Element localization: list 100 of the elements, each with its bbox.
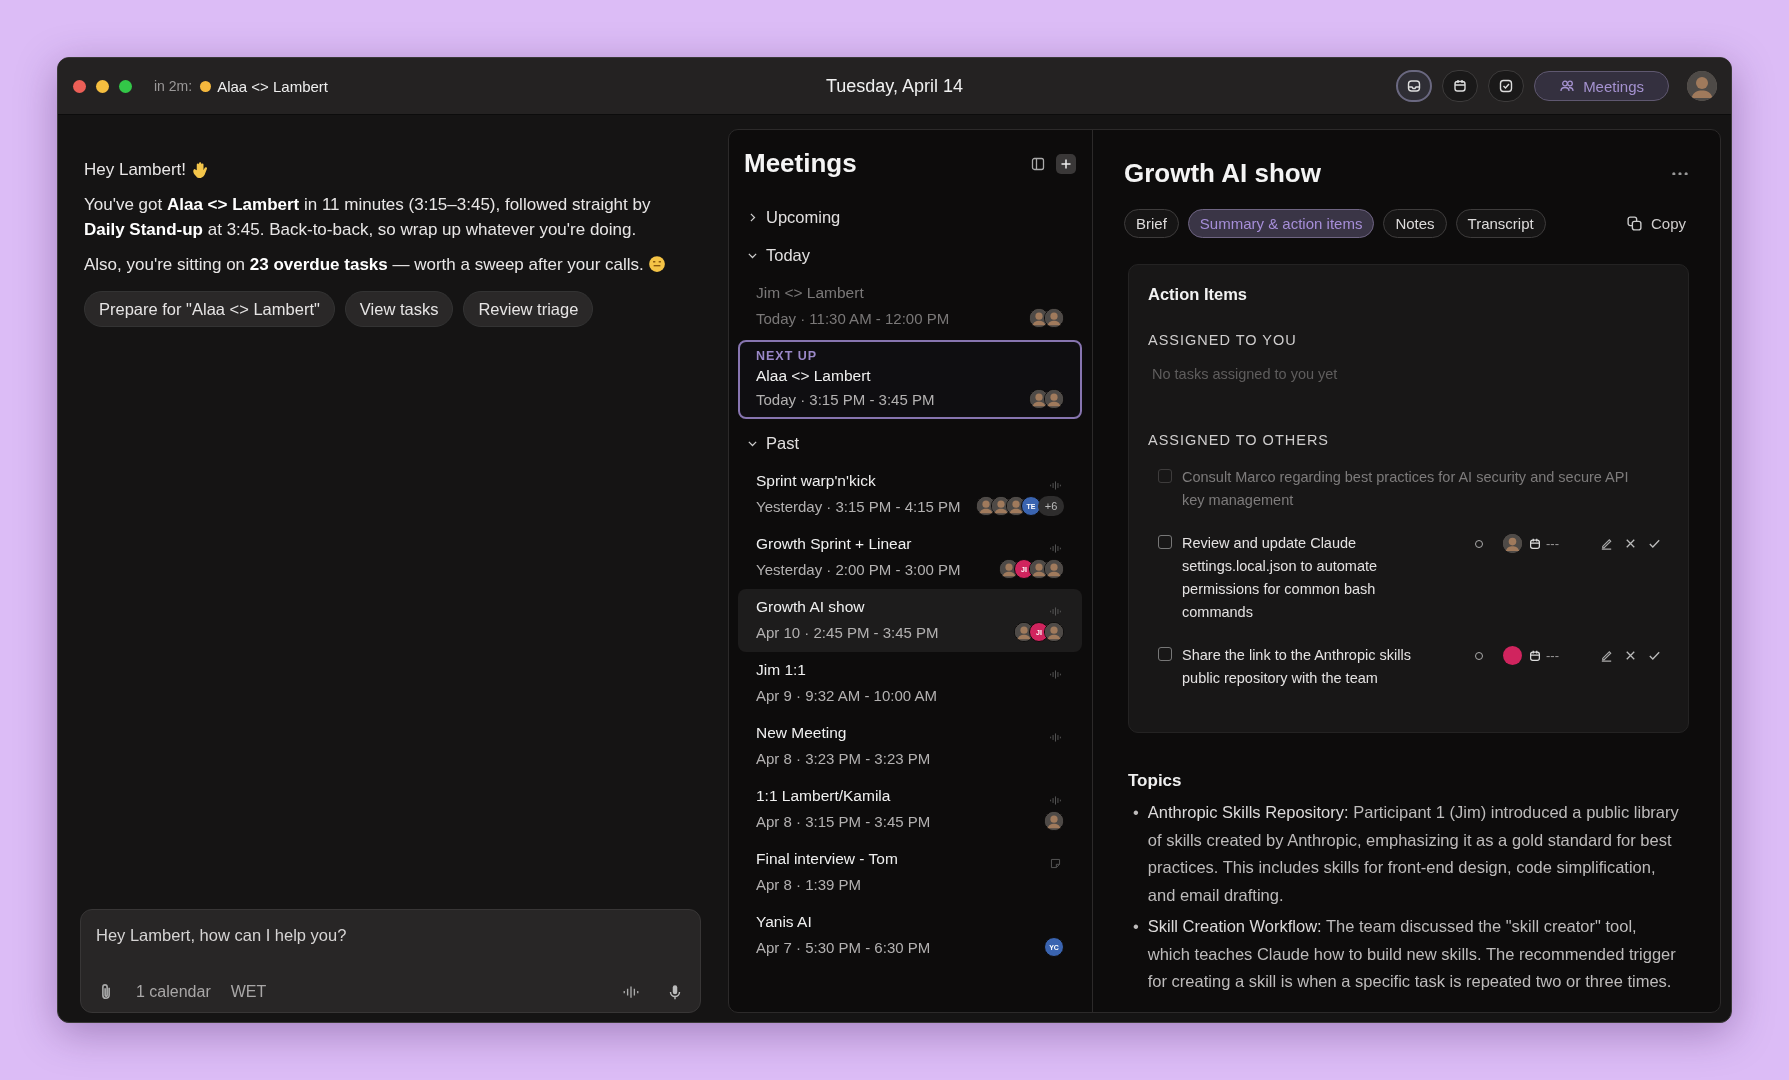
meeting-item[interactable]: New Meeting Apr 8 · 3:23 PM - 3:23 PM [738, 715, 1082, 778]
note-icon [1049, 857, 1062, 870]
avatar [1044, 308, 1064, 328]
face-icon [647, 255, 666, 273]
calendar-icon [1528, 648, 1542, 663]
meeting-title: Growth AI show [1124, 158, 1321, 189]
toolbar-button[interactable] [1488, 70, 1525, 102]
tab[interactable]: Transcript [1455, 209, 1546, 238]
avatar [1044, 559, 1064, 579]
meeting-title: Jim 1:1 [756, 661, 806, 679]
due-date-button[interactable]: --- [1528, 648, 1559, 663]
calendar-icon [1528, 536, 1542, 551]
more-icon [1672, 171, 1688, 176]
task-text: Share the link to the Anthropic skills public repository with the team [1182, 646, 1412, 688]
copy-button[interactable]: Copy [1625, 215, 1690, 232]
meeting-time: Today · 3:15 PM - 3:45 PM [756, 390, 935, 408]
tab[interactable]: Brief [1124, 209, 1179, 238]
date-label: Tuesday, April 14 [825, 75, 964, 96]
toolbar-button[interactable] [1396, 70, 1433, 102]
tab[interactable]: Summary & action items [1187, 209, 1375, 238]
next-up-label: NEXT UP [756, 349, 819, 363]
pencil-icon[interactable] [1599, 648, 1614, 663]
context-chip[interactable]: WET [230, 983, 267, 1001]
tab[interactable]: Notes [1383, 209, 1447, 238]
meeting-title: New Meeting [756, 724, 847, 742]
section-title: Topics [1128, 771, 1183, 791]
section-toggle[interactable]: Upcoming [738, 199, 849, 237]
more-button[interactable] [1672, 171, 1688, 176]
group-label: ASSIGNED TO OTHERS [1148, 432, 1331, 448]
meeting-title: Final interview - Tom [756, 850, 898, 868]
meeting-time: Apr 8 · 3:15 PM - 3:45 PM [756, 812, 931, 830]
waving-hand-icon [190, 160, 209, 178]
meetings-button[interactable]: Meetings [1534, 71, 1669, 101]
topic-item: Anthropic Skills Repository: Participant 1 (Jim) introduced a public library of skills created by Anthropic, emphasizing it as a gold standard for best practices. This includes skills for front-end design, code simplification, and email drafting. [1147, 802, 1680, 906]
more-count: +6 [1038, 496, 1064, 516]
meeting-time: Apr 8 · 1:39 PM [756, 875, 862, 893]
meeting-title: 1:1 Lambert/Kamila [756, 787, 891, 805]
avatar [1044, 389, 1064, 409]
avatar [1044, 811, 1064, 831]
suggestion-button[interactable]: Prepare for "Alaa <> Lambert" [84, 291, 335, 327]
section-toggle[interactable]: Today [738, 237, 819, 275]
minimize-window-button[interactable] [96, 79, 109, 93]
meeting-title: Jim <> Lambert [756, 284, 864, 302]
pencil-icon[interactable] [1599, 536, 1614, 551]
meeting-title: Yanis AI [756, 913, 812, 931]
checkbox[interactable] [1158, 535, 1172, 549]
due-date-button[interactable]: --- [1528, 536, 1559, 551]
bullet-mark: • [1132, 916, 1139, 937]
meeting-item[interactable]: 1:1 Lambert/Kamila Apr 8 · 3:15 PM - 3:45 PM [738, 778, 1082, 841]
suggestion-button[interactable]: Review triage [463, 291, 594, 327]
inbox-icon [1406, 78, 1423, 94]
meeting-item[interactable]: Jim 1:1 Apr 9 · 9:32 AM - 10:00 AM [738, 652, 1082, 715]
empty-text: No tasks assigned to you yet [1152, 366, 1339, 382]
calendar-icon [1452, 78, 1469, 94]
checkbox[interactable] [1158, 647, 1172, 661]
meeting-time: Today · 11:30 AM - 12:00 PM [756, 309, 950, 327]
chat-input[interactable]: Hey Lambert, how can I help you? 1 calendar WET [80, 909, 701, 1013]
message-text: You've got Alaa <> Lambert in 11 minutes (3:15–3:45), followed straight by Daily Stand-up at 3:45. Back-to-back, so wrap up whatever you're doing. [84, 195, 651, 239]
checkbox[interactable] [1158, 469, 1172, 483]
meeting-title: Alaa <> Lambert [756, 367, 871, 385]
meeting-item[interactable]: Final interview - Tom Apr 8 · 1:39 PM [738, 841, 1082, 904]
profile-avatar[interactable] [1687, 71, 1717, 101]
people-icon [1559, 78, 1576, 94]
checkbox-icon [1498, 78, 1515, 94]
avatar [1503, 534, 1522, 553]
panel-title: Meetings [744, 148, 857, 179]
meeting-time: Yesterday · 3:15 PM - 4:15 PM [756, 497, 961, 515]
status-dot [200, 80, 212, 92]
sidebar-icon [1030, 155, 1046, 172]
next-meeting-name[interactable]: Alaa <> Lambert [217, 77, 329, 95]
meeting-title: Growth AI show [756, 598, 865, 616]
group-label: ASSIGNED TO YOU [1148, 332, 1298, 348]
countdown-label: in 2m: [154, 78, 193, 94]
waveform-icon [1049, 668, 1062, 681]
task-text: Review and update Claude settings.local.json to automate permissions for common bash commands [1182, 534, 1379, 622]
waveform-icon [1049, 542, 1062, 555]
message-text: Also, you're sitting on 23 overdue tasks — worth a sweep after your calls. [84, 255, 644, 274]
avatar [1044, 622, 1064, 642]
waveform-icon [622, 983, 640, 1001]
waveform-icon [1049, 605, 1062, 618]
zoom-window-button[interactable] [119, 79, 132, 93]
suggestion-button[interactable]: View tasks [344, 291, 454, 327]
waveform-icon [1049, 479, 1062, 492]
section-toggle[interactable]: Past [738, 425, 808, 463]
toolbar-button[interactable] [1442, 70, 1479, 102]
add-button[interactable] [1056, 153, 1076, 174]
waveform-icon [1049, 794, 1062, 807]
copy-icon [1625, 215, 1643, 232]
context-chip[interactable]: 1 calendar [136, 983, 211, 1001]
meeting-title: Growth Sprint + Linear [756, 535, 912, 553]
meeting-time: Yesterday · 2:00 PM - 3:00 PM [756, 560, 961, 578]
meeting-title: Sprint warp'n'kick [756, 472, 876, 490]
card-title: Action Items [1148, 285, 1249, 304]
waveform-icon [1049, 731, 1062, 744]
topic-item: Skill Creation Workflow: The team discussed the "skill creator" tool, which teaches Claude how to build new skills. The recommended trigger for creating a skill is when a specific task is repeated two or three times. [1147, 916, 1677, 992]
meeting-item[interactable]: NEXT UP Alaa <> Lambert Today · 3:15 PM - 3:45 PM [738, 340, 1082, 419]
meeting-item[interactable]: Jim <> Lambert Today · 11:30 AM - 12:00 PM [738, 275, 1082, 338]
bullet-mark: • [1132, 802, 1139, 823]
close-window-button[interactable] [73, 79, 86, 93]
task-text: Consult Marco regarding best practices for AI security and secure API key management [1182, 468, 1630, 510]
